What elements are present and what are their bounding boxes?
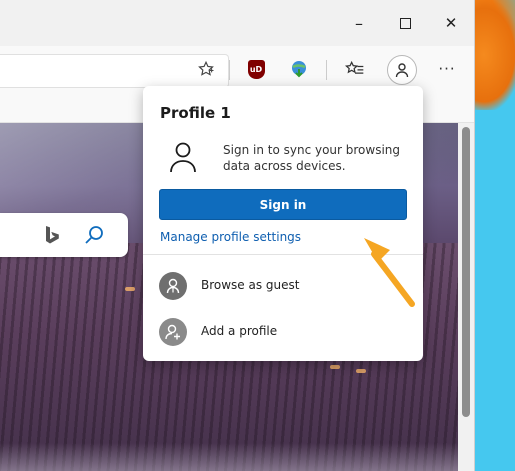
background-light <box>356 369 366 373</box>
add-a-profile-item[interactable]: Add a profile <box>143 312 423 352</box>
favorite-button[interactable] <box>193 56 219 82</box>
add-profile-icon <box>159 318 187 346</box>
toolbar-separator <box>326 60 327 80</box>
ublock-extension-button[interactable]: uD <box>243 56 269 82</box>
download-manager-extension-button[interactable] <box>286 56 312 82</box>
ublock-badge-text: uD <box>249 64 263 74</box>
ublock-icon: uD <box>247 59 265 79</box>
toolbar-separator <box>229 60 230 80</box>
profile-name: Profile 1 <box>160 104 231 122</box>
scrollbar-thumb[interactable] <box>462 127 470 417</box>
profile-flyout: Profile 1 Sign in to sync your browsing … <box>143 86 423 361</box>
maximize-button[interactable] <box>382 0 428 46</box>
title-bar: – ✕ <box>0 0 474 46</box>
background-light <box>125 287 135 291</box>
sync-description: Sign in to sync your browsing data acros… <box>223 143 401 173</box>
guest-icon <box>159 272 187 300</box>
background-light <box>330 365 340 369</box>
close-button[interactable]: ✕ <box>428 0 474 46</box>
search-icon[interactable] <box>83 224 105 246</box>
profile-button[interactable] <box>387 55 417 85</box>
bing-logo-icon <box>46 226 59 244</box>
maximize-icon <box>399 17 411 29</box>
favorites-list-icon <box>345 60 364 74</box>
background-snow <box>0 443 458 471</box>
annotation-arrow-icon <box>364 238 415 307</box>
star-outline-icon <box>198 60 214 76</box>
vertical-scrollbar[interactable] <box>458 123 474 471</box>
person-icon <box>395 63 409 78</box>
settings-more-button[interactable]: ··· <box>434 56 460 82</box>
minimize-button[interactable]: – <box>336 0 382 46</box>
minimize-icon: – <box>355 13 363 33</box>
add-a-profile-label: Add a profile <box>201 324 278 338</box>
person-icon <box>170 142 196 173</box>
close-icon: ✕ <box>444 14 458 32</box>
globe-download-icon <box>292 61 306 78</box>
favorites-button[interactable] <box>342 56 368 82</box>
sign-in-button[interactable]: Sign in <box>159 189 407 220</box>
more-icon: ··· <box>438 60 456 78</box>
browse-as-guest-label: Browse as guest <box>201 278 300 292</box>
manage-profile-settings-link[interactable]: Manage profile settings <box>160 230 301 244</box>
web-search-box[interactable] <box>0 213 128 257</box>
